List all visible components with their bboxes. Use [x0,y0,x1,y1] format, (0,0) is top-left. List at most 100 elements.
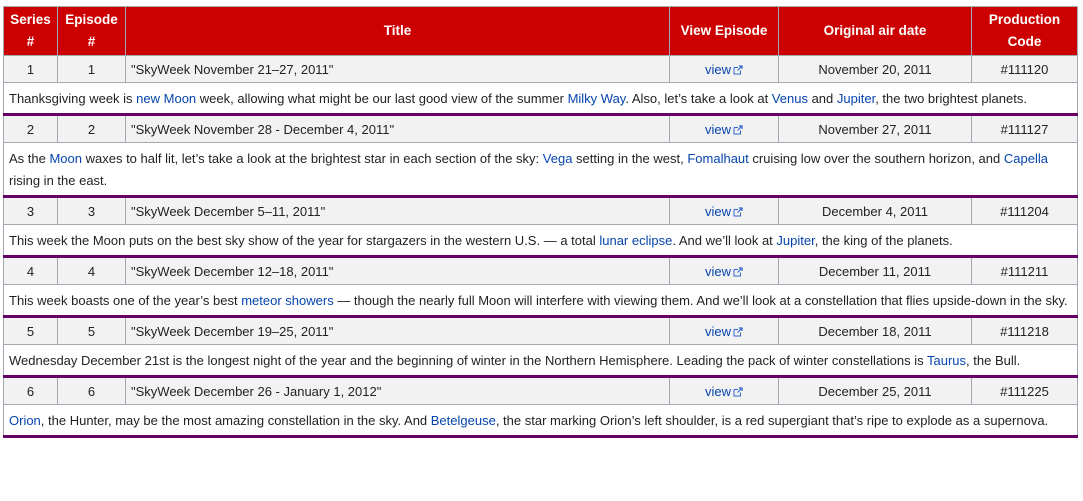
external-link-icon [733,327,743,337]
summary-link[interactable]: meteor showers [241,293,333,308]
series-number: 1 [3,55,58,83]
summary-link[interactable]: Moon [49,151,82,166]
col-header-view: View Episode [669,6,779,56]
production-code: #111120 [971,55,1078,83]
episode-number: 6 [57,376,126,405]
episode-summary: Orion, the Hunter, may be the most amazi… [3,404,1078,438]
summary-text: Wednesday December 21st is the longest n… [9,353,928,368]
view-link-label: view [704,203,731,219]
summary-row: Wednesday December 21st is the longest n… [3,344,1078,378]
view-link-label: view [704,61,731,77]
summary-link[interactable]: Jupiter [837,91,875,106]
production-code: #111211 [971,256,1078,285]
episode-summary: Wednesday December 21st is the longest n… [3,344,1078,378]
summary-text: , the Bull. [966,353,1021,368]
summary-text: — though the nearly full Moon will inter… [333,293,1068,308]
col-header-series: Series # [3,6,58,56]
summary-text: . Also, let’s take a look at [625,91,772,106]
summary-link[interactable]: Betelgeuse [431,413,496,428]
air-date: November 20, 2011 [778,55,972,83]
episode-summary: This week the Moon puts on the best sky … [3,224,1078,258]
view-link-label: view [704,323,731,339]
view-episode-link[interactable]: view [705,204,743,219]
header-row: Series # Episode # Title View Episode Orig… [3,6,1078,56]
view-cell: view [669,256,779,285]
summary-text: , the king of the planets. [814,233,953,248]
external-link-icon [733,125,743,135]
summary-text: , the two brightest planets. [875,91,1027,106]
episode-title: "SkyWeek December 5–11, 2011" [125,196,670,225]
episode-summary: Thanksgiving week is new Moon week, allo… [3,82,1078,116]
series-number: 4 [3,256,58,285]
view-episode-link[interactable]: view [705,62,743,77]
air-date: December 4, 2011 [778,196,972,225]
summary-link[interactable]: Venus [772,91,808,106]
view-link-label: view [704,383,731,399]
air-date: December 11, 2011 [778,256,972,285]
summary-link[interactable]: Milky Way [568,91,626,106]
production-code: #111127 [971,114,1078,143]
summary-link[interactable]: lunar eclipse [599,233,672,248]
external-link-icon [733,267,743,277]
episode-row: 1 1 "SkyWeek November 21–27, 2011" view Nove… [3,55,1078,83]
episode-number: 5 [57,316,126,345]
episode-row: 3 3 "SkyWeek December 5–11, 2011" view Decem… [3,196,1078,225]
view-episode-link[interactable]: view [705,264,743,279]
view-cell: view [669,55,779,83]
summary-link[interactable]: Capella [1004,151,1048,166]
summary-link[interactable]: Taurus [927,353,966,368]
summary-text: As the [9,151,50,166]
col-header-code: Production Code [971,6,1078,56]
view-episode-link[interactable]: view [705,324,743,339]
episode-list: Series # Episode # Title View Episode Orig… [3,6,1078,438]
view-cell: view [669,196,779,225]
series-number: 6 [3,376,58,405]
summary-link[interactable]: Orion [9,413,41,428]
summary-text: , the Hunter, may be the most amazing co… [40,413,431,428]
air-date: December 25, 2011 [778,376,972,405]
summary-link[interactable]: Fomalhaut [687,151,748,166]
episode-row: 6 6 "SkyWeek December 26 - January 1, 2012… [3,376,1078,405]
summary-text: Thanksgiving week is [9,91,137,106]
summary-text: and [807,91,837,106]
episode-title: "SkyWeek December 12–18, 2011" [125,256,670,285]
view-link-label: view [704,263,731,279]
summary-text: waxes to half lit, let’s take a look at … [82,151,543,166]
episode-title: "SkyWeek December 26 - January 1, 2012" [125,376,670,405]
summary-text: setting in the west, [572,151,688,166]
col-header-airdate: Original air date [778,6,972,56]
production-code: #111204 [971,196,1078,225]
series-number: 2 [3,114,58,143]
summary-row: As the Moon waxes to half lit, let’s tak… [3,142,1078,198]
summary-text: rising in the east. [9,173,108,188]
episode-summary: As the Moon waxes to half lit, let’s tak… [3,142,1078,198]
col-header-title: Title [125,6,670,56]
summary-link[interactable]: Jupiter [776,233,814,248]
summary-text: This week boasts one of the year’s best [9,293,242,308]
view-cell: view [669,316,779,345]
production-code: #111218 [971,316,1078,345]
episode-title: "SkyWeek November 21–27, 2011" [125,55,670,83]
episode-summary: This week boasts one of the year’s best … [3,284,1078,318]
episode-row: 5 5 "SkyWeek December 19–25, 2011" view Dece… [3,316,1078,345]
series-number: 3 [3,196,58,225]
episode-number: 3 [57,196,126,225]
episodes-table: Series # Episode # Title View Episode Orig… [3,6,1078,438]
episode-row: 4 4 "SkyWeek December 12–18, 2011" view Dece… [3,256,1078,285]
view-episode-link[interactable]: view [705,122,743,137]
external-link-icon [733,387,743,397]
summary-row: Thanksgiving week is new Moon week, allo… [3,82,1078,116]
external-link-icon [733,65,743,75]
episode-title: "SkyWeek November 28 - December 4, 2011" [125,114,670,143]
summary-text: week, allowing what might be our last go… [196,91,568,106]
view-cell: view [669,114,779,143]
air-date: December 18, 2011 [778,316,972,345]
view-episode-link[interactable]: view [705,384,743,399]
summary-row: This week boasts one of the year’s best … [3,284,1078,318]
summary-row: Orion, the Hunter, may be the most amazi… [3,404,1078,438]
summary-link[interactable]: Vega [543,151,573,166]
episode-row: 2 2 "SkyWeek November 28 - December 4, 201… [3,114,1078,143]
episode-number: 4 [57,256,126,285]
production-code: #111225 [971,376,1078,405]
summary-link[interactable]: new Moon [136,91,196,106]
